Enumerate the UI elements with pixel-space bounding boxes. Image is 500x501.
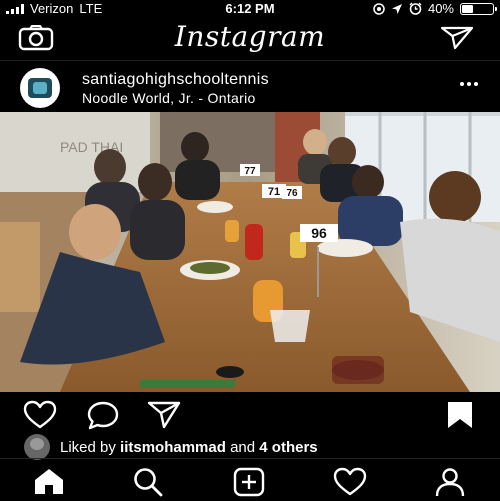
table-number-sign-2: 71 (268, 186, 280, 198)
battery-icon (460, 2, 497, 15)
search-icon[interactable] (132, 467, 164, 497)
post-username[interactable]: santiagohighschooltennis (82, 71, 269, 89)
share-icon[interactable] (146, 400, 182, 430)
bottom-tab-bar (0, 458, 500, 501)
battery-percent: 40% (427, 1, 454, 16)
app-title: Instagram (174, 20, 326, 53)
status-bar: Verizon LTE 6:12 PM 40% (0, 0, 500, 18)
home-icon[interactable] (32, 467, 66, 495)
photo-scene: PAD THAI 96 71 76 77 (0, 112, 500, 392)
activity-heart-icon[interactable] (332, 467, 368, 497)
header-divider (0, 60, 500, 61)
direct-message-icon[interactable] (440, 26, 474, 50)
likes-prefix: Liked by (60, 438, 121, 456)
post-actions (0, 398, 500, 430)
table-number-sign-3: 76 (286, 188, 298, 199)
likes-summary[interactable]: Liked by iitsmohammad and 4 others (24, 434, 318, 460)
table-number-sign-4: 77 (244, 166, 256, 177)
liker-avatar[interactable] (24, 434, 50, 460)
heart-icon[interactable] (22, 400, 58, 430)
app-header: Instagram (0, 18, 500, 58)
post-photo[interactable]: PAD THAI 96 71 76 77 (0, 112, 500, 392)
likes-middle: and (225, 438, 260, 456)
post-location[interactable]: Noodle World, Jr. - Ontario (82, 90, 256, 106)
comment-icon[interactable] (86, 400, 120, 430)
post-header: santiagohighschooltennis Noodle World, J… (0, 62, 500, 110)
profile-icon[interactable] (434, 467, 466, 497)
more-options-icon[interactable] (460, 82, 478, 86)
likes-others[interactable]: 4 others (259, 439, 317, 456)
location-arrow-icon (391, 3, 402, 14)
alarm-icon (409, 2, 422, 15)
likes-text: Liked by iitsmohammad and 4 others (60, 439, 318, 456)
new-post-icon[interactable] (232, 467, 266, 497)
avatar[interactable] (20, 68, 60, 108)
at-sign-icon (373, 2, 385, 15)
table-number-sign: 96 (311, 225, 327, 241)
bookmark-icon[interactable] (446, 400, 474, 430)
liker-username[interactable]: iitsmohammad (120, 439, 226, 456)
